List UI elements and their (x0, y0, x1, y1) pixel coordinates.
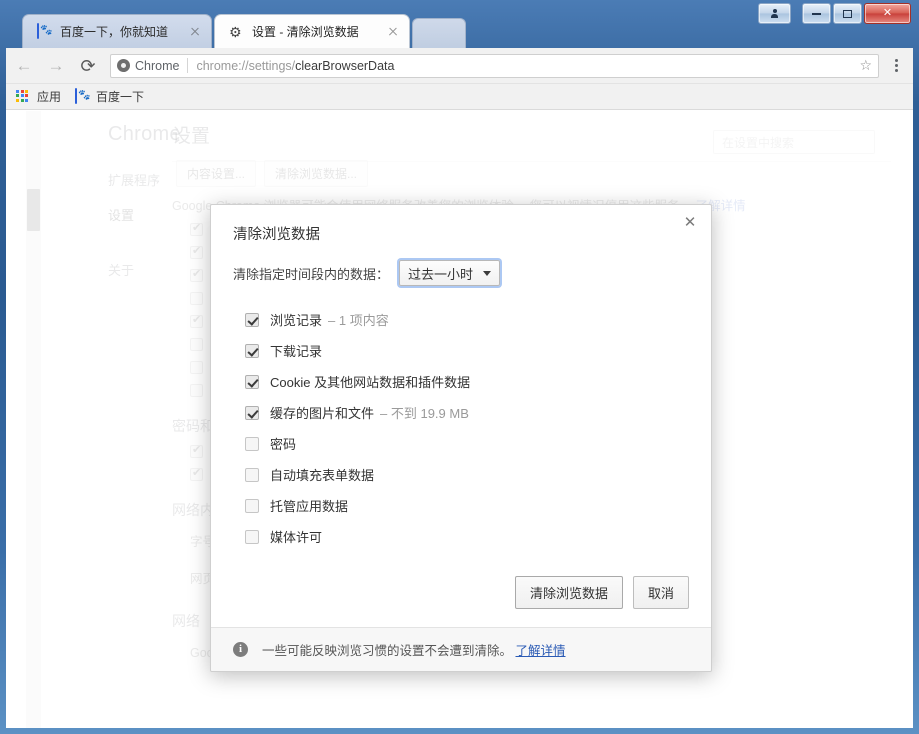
menu-dots-icon[interactable] (885, 59, 907, 72)
list-item[interactable]: 媒体许可 (233, 521, 689, 552)
gear-icon: ⚙ (229, 23, 242, 40)
user-avatar-button[interactable] (758, 3, 791, 24)
tab-baidu[interactable]: 🐾 百度一下，你就知道 (22, 14, 212, 48)
item-label: 下载记录 (270, 344, 323, 359)
bookmark-star-icon[interactable]: ☆ (859, 57, 872, 74)
list-item[interactable]: 自动填充表单数据 (233, 459, 689, 490)
item-label: 媒体许可 (270, 530, 323, 545)
close-icon[interactable] (187, 24, 203, 40)
chrome-logo-icon (117, 59, 130, 72)
data-type-list: 浏览记录 – 1 项内容 下载记录 Cookie 及其他网站数据和插件数据 缓存… (233, 296, 689, 552)
minimize-button[interactable] (802, 3, 831, 24)
browser-window: 🐾 百度一下，你就知道 ⚙ 设置 - 清除浏览数据 ✕ ← → ⟳ Chrome (0, 0, 919, 734)
item-label: 缓存的图片和文件 (270, 406, 375, 421)
checkbox-cached-files[interactable] (245, 405, 259, 420)
item-note: – 不到 19.9 MB (380, 406, 469, 421)
bookmark-baidu[interactable]: 🐾 百度一下 (75, 87, 145, 105)
time-period-value: 过去一小时 (408, 266, 474, 282)
list-item[interactable]: 托管应用数据 (233, 490, 689, 521)
window-caption-buttons: ✕ (756, 3, 911, 24)
address-bar[interactable]: Chrome chrome://settings/clearBrowserDat… (110, 53, 879, 78)
item-label: 浏览记录 (270, 313, 323, 328)
checkbox-passwords[interactable] (245, 436, 259, 451)
checkbox-download-history[interactable] (245, 343, 259, 358)
divider (187, 58, 189, 73)
tab-title: 设置 - 清除浏览数据 (252, 25, 359, 39)
close-window-button[interactable]: ✕ (864, 3, 911, 24)
site-identity[interactable]: Chrome (117, 59, 179, 73)
bookmarks-bar: 应用 🐾 百度一下 (6, 84, 913, 110)
checkbox-hosted-app-data[interactable] (245, 498, 259, 513)
url-text: chrome://settings/clearBrowserData (196, 58, 395, 73)
site-identity-label: Chrome (135, 58, 180, 73)
bookmark-label: 应用 (37, 90, 62, 104)
list-item[interactable]: 缓存的图片和文件 – 不到 19.9 MB (233, 397, 689, 428)
checkbox-cookies[interactable] (245, 374, 259, 389)
item-label: Cookie 及其他网站数据和插件数据 (270, 375, 471, 390)
list-item[interactable]: 下载记录 (233, 335, 689, 366)
reload-button[interactable]: ⟳ (74, 52, 102, 80)
footer-note: 一些可能反映浏览习惯的设置不会遭到清除。 了解详情 (262, 644, 566, 658)
cancel-button[interactable]: 取消 (632, 576, 689, 609)
time-period-row: 清除指定时间段内的数据： 过去一小时 (233, 260, 689, 296)
tab-title: 百度一下，你就知道 (60, 25, 169, 39)
time-period-select[interactable]: 过去一小时 (399, 260, 501, 286)
new-tab-button[interactable] (412, 18, 466, 49)
checkbox-browsing-history[interactable] (245, 312, 259, 327)
close-icon[interactable] (385, 24, 401, 40)
close-icon[interactable]: ✕ (681, 214, 699, 232)
footer-learn-more-link[interactable]: 了解详情 (516, 644, 566, 658)
bookmark-label: 百度一下 (96, 90, 145, 104)
clear-browsing-data-dialog: ✕ 清除浏览数据 清除指定时间段内的数据： 过去一小时 浏览记录 – 1 项内容… (210, 204, 712, 672)
item-label: 自动填充表单数据 (270, 468, 375, 483)
checkbox-media-licenses[interactable] (245, 529, 259, 544)
maximize-button[interactable] (833, 3, 862, 24)
item-note: – 1 项内容 (328, 313, 389, 328)
dialog-body: ✕ 清除浏览数据 清除指定时间段内的数据： 过去一小时 浏览记录 – 1 项内容… (211, 205, 711, 627)
list-item[interactable]: Cookie 及其他网站数据和插件数据 (233, 366, 689, 397)
chevron-down-icon (483, 270, 492, 276)
baidu-paw-icon: 🐾 (75, 87, 91, 105)
back-button[interactable]: ← (10, 52, 38, 80)
dialog-title: 清除浏览数据 (233, 227, 320, 243)
item-label: 密码 (270, 437, 297, 452)
list-item[interactable]: 密码 (233, 428, 689, 459)
tab-settings[interactable]: ⚙ 设置 - 清除浏览数据 (214, 14, 410, 48)
dialog-footer: i 一些可能反映浏览习惯的设置不会遭到清除。 了解详情 (211, 627, 711, 671)
list-item[interactable]: 浏览记录 – 1 项内容 (233, 304, 689, 335)
info-icon: i (233, 642, 248, 657)
forward-button[interactable]: → (42, 52, 70, 80)
browser-toolbar: ← → ⟳ Chrome chrome://settings/clearBrow… (6, 48, 913, 84)
dialog-actions: 清除浏览数据 取消 (233, 552, 689, 613)
time-period-label: 清除指定时间段内的数据： (233, 266, 390, 282)
bookmark-apps[interactable]: 应用 (16, 88, 61, 105)
baidu-paw-icon: 🐾 (37, 22, 53, 40)
checkbox-autofill[interactable] (245, 467, 259, 482)
confirm-clear-button[interactable]: 清除浏览数据 (514, 576, 623, 609)
item-label: 托管应用数据 (270, 499, 349, 514)
apps-grid-icon (16, 89, 32, 105)
